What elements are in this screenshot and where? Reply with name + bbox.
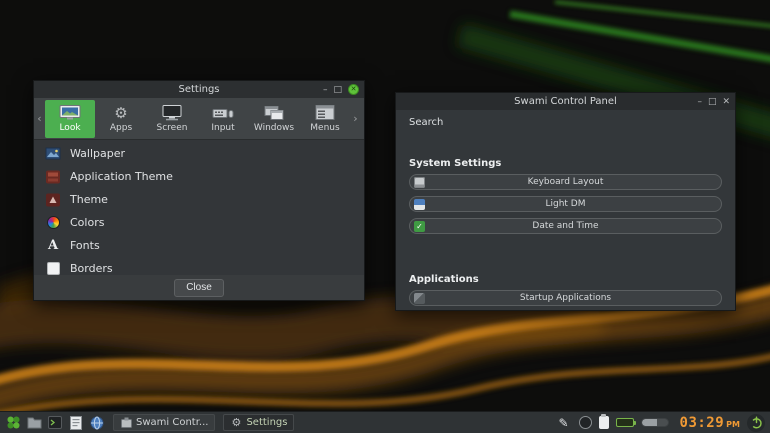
list-item-label: Fonts: [70, 239, 100, 252]
maximize-icon[interactable]: □: [708, 97, 717, 107]
keyboard-mouse-icon: [212, 105, 234, 122]
settings-window-controls: – □ ✕: [323, 81, 359, 98]
settings-window: Settings – □ ✕ ‹ Look ⚙ Apps: [33, 80, 365, 301]
button-label: Keyboard Layout: [528, 177, 604, 187]
task-label: Swami Contr...: [136, 417, 208, 428]
tab-label: Input: [211, 123, 234, 133]
tab-screen[interactable]: Screen: [147, 100, 197, 138]
task-label: Settings: [246, 417, 287, 428]
settings-window-title: Settings: [34, 84, 364, 95]
tab-label: Apps: [110, 123, 132, 133]
keyboard-icon: [414, 177, 425, 188]
colors-icon: [45, 215, 61, 231]
battery-icon: [616, 418, 634, 427]
list-item-fonts[interactable]: A Fonts: [34, 234, 364, 257]
tab-label: Look: [59, 123, 80, 133]
chevron-right-icon[interactable]: ›: [351, 112, 360, 125]
pencil-icon[interactable]: ✎: [556, 415, 572, 431]
startup-icon: [414, 293, 425, 304]
settings-task-gear-icon: ⚙: [230, 417, 242, 429]
swami-control-panel-window: Swami Control Panel – □ ✕ Search System …: [395, 92, 736, 311]
close-button[interactable]: Close: [174, 279, 224, 297]
tray-circle-icon[interactable]: [579, 416, 592, 429]
light-dm-button[interactable]: Light DM: [409, 196, 722, 212]
maximize-icon[interactable]: □: [333, 85, 342, 95]
close-icon[interactable]: ✕: [722, 97, 730, 107]
clock[interactable]: 03:29PM: [680, 415, 740, 431]
calendar-icon: ✓: [414, 221, 425, 232]
tab-label: Windows: [254, 123, 294, 133]
chevron-left-icon[interactable]: ‹: [35, 112, 44, 125]
list-item-application-theme[interactable]: Application Theme: [34, 165, 364, 188]
wallpaper-icon: [45, 146, 61, 162]
minimize-icon[interactable]: –: [323, 85, 328, 95]
tab-apps[interactable]: ⚙ Apps: [96, 100, 146, 138]
windows-icon: [263, 105, 285, 122]
list-item-label: Wallpaper: [70, 147, 125, 160]
list-item-borders[interactable]: Borders: [34, 257, 364, 275]
list-item-label: Application Theme: [70, 170, 173, 183]
clock-meridiem: PM: [726, 420, 740, 429]
section-system-settings: System Settings: [409, 158, 722, 169]
system-tray: ✎ 03:29PM: [556, 414, 765, 432]
list-item-label: Borders: [70, 262, 113, 275]
file-manager-icon[interactable]: [26, 415, 42, 431]
button-label: Startup Applications: [520, 293, 611, 303]
list-item-theme[interactable]: Theme: [34, 188, 364, 211]
text-editor-icon[interactable]: [68, 415, 84, 431]
theme-icon: [45, 192, 61, 208]
list-item-label: Theme: [70, 193, 108, 206]
swami-titlebar[interactable]: Swami Control Panel – □ ✕: [396, 93, 735, 110]
swami-window-title: Swami Control Panel: [396, 96, 735, 107]
keyboard-layout-button[interactable]: Keyboard Layout: [409, 174, 722, 190]
application-theme-icon: [45, 169, 61, 185]
taskbar: Swami Contr... ⚙ Settings ✎ 03:29PM: [0, 411, 770, 433]
tab-look[interactable]: Look: [45, 100, 95, 138]
minimize-icon[interactable]: –: [697, 97, 702, 107]
settings-titlebar[interactable]: Settings – □ ✕: [34, 81, 364, 98]
section-applications: Applications: [409, 274, 722, 285]
task-settings[interactable]: ⚙ Settings: [223, 414, 294, 431]
menus-icon: [314, 105, 336, 122]
applications-buttons: Startup Applications: [409, 290, 722, 306]
list-item-wallpaper[interactable]: Wallpaper: [34, 142, 364, 165]
borders-icon: [45, 261, 61, 276]
swami-body: Search System Settings Keyboard Layout L…: [396, 110, 735, 310]
screen-icon: [161, 105, 183, 122]
clipboard-icon[interactable]: [599, 416, 609, 429]
desktop: Settings – □ ✕ ‹ Look ⚙ Apps: [0, 0, 770, 433]
date-and-time-button[interactable]: ✓ Date and Time: [409, 218, 722, 234]
power-icon: [750, 416, 763, 429]
settings-bottombar: Close: [34, 275, 364, 300]
settings-tabbar: ‹ Look ⚙ Apps Screen: [34, 98, 364, 140]
button-label: Date and Time: [532, 221, 598, 231]
system-settings-buttons: Keyboard Layout Light DM ✓ Date and Time: [409, 174, 722, 234]
list-item-label: Colors: [70, 216, 104, 229]
terminal-icon[interactable]: [47, 415, 63, 431]
battery-slider[interactable]: [641, 418, 669, 427]
battery-indicator[interactable]: [616, 418, 634, 427]
tab-windows[interactable]: Windows: [249, 100, 299, 138]
startup-applications-button[interactable]: Startup Applications: [409, 290, 722, 306]
power-button[interactable]: [747, 414, 765, 432]
tab-menus[interactable]: Menus: [300, 100, 350, 138]
task-swami-control-panel[interactable]: Swami Contr...: [113, 414, 215, 431]
tab-label: Screen: [157, 123, 188, 133]
browser-icon[interactable]: [89, 415, 105, 431]
swami-window-controls: – □ ✕: [697, 93, 730, 110]
close-icon[interactable]: ✕: [348, 84, 359, 95]
lightdm-icon: [414, 199, 425, 210]
fonts-icon: A: [45, 238, 61, 254]
look-icon: [59, 105, 81, 122]
search-label[interactable]: Search: [409, 117, 722, 128]
apps-gear-icon: ⚙: [114, 105, 127, 122]
menu-icon[interactable]: [5, 415, 21, 431]
tab-input[interactable]: Input: [198, 100, 248, 138]
button-label: Light DM: [545, 199, 585, 209]
swami-task-icon: [120, 417, 132, 429]
list-item-colors[interactable]: Colors: [34, 211, 364, 234]
settings-list: Wallpaper Application Theme Theme Colors…: [34, 140, 364, 275]
clock-time: 03:29: [680, 415, 725, 431]
tab-label: Menus: [310, 123, 339, 133]
